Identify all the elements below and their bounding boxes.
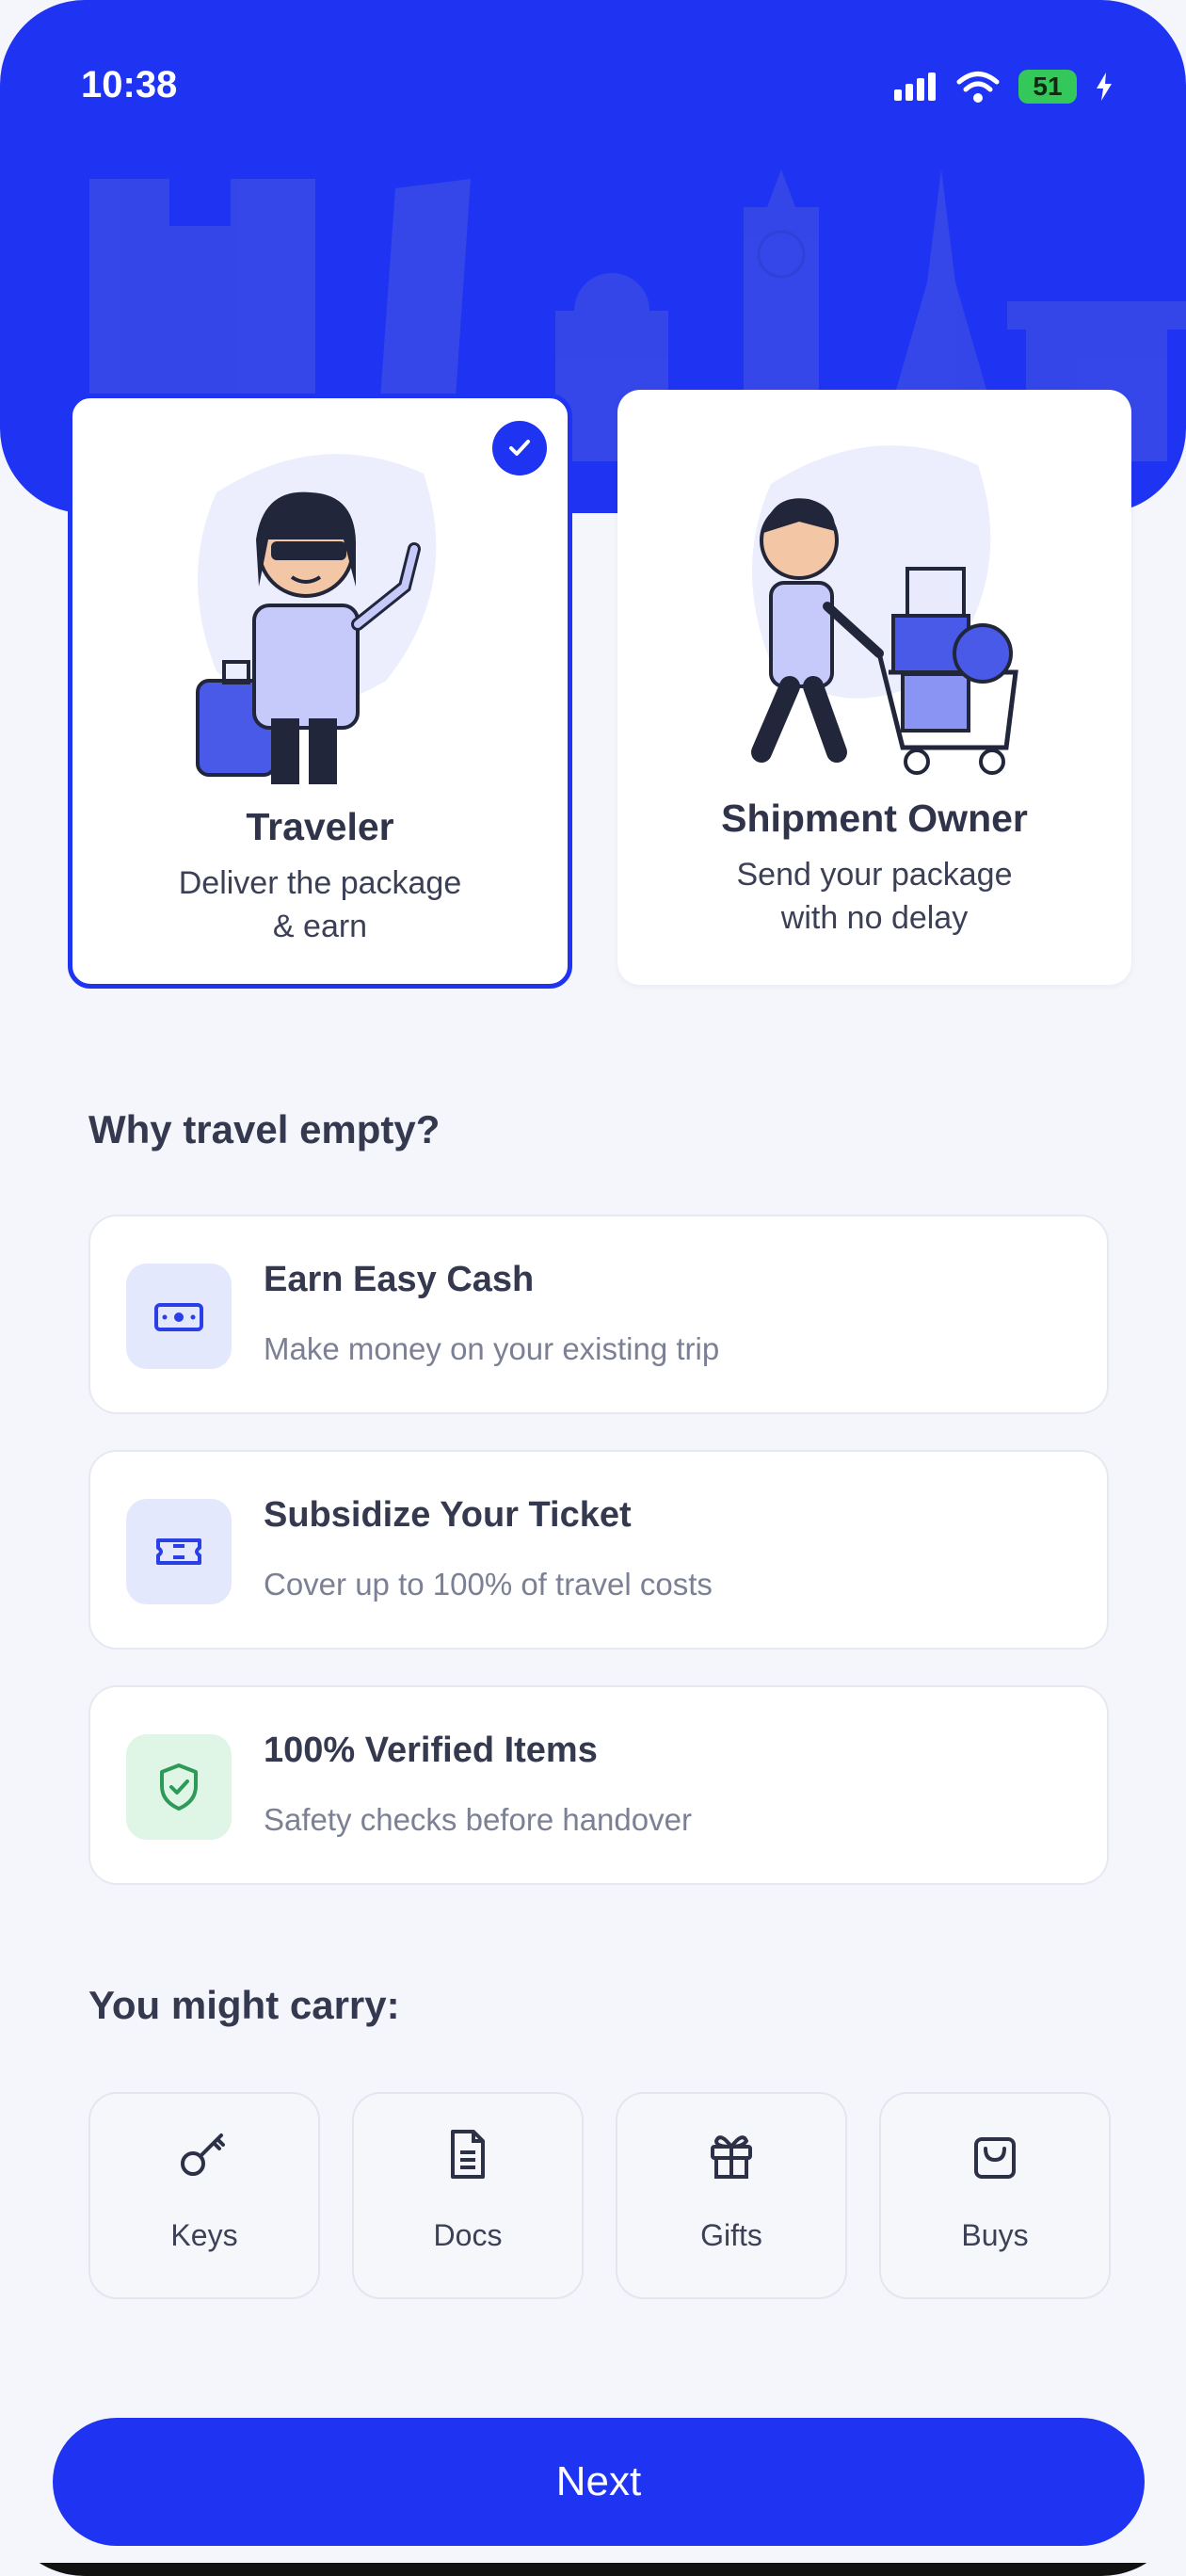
shipment-owner-illustration: [751, 445, 1018, 775]
home-indicator: [0, 2563, 1186, 2576]
carry-item-gifts[interactable]: Gifts: [616, 2092, 847, 2299]
benefit-subtitle: Safety checks before handover: [264, 1802, 692, 1837]
carry-item-docs[interactable]: Docs: [352, 2092, 584, 2299]
carry-label: Buys: [961, 2218, 1029, 2252]
shield-check-icon: [126, 1734, 232, 1840]
next-button[interactable]: Next: [53, 2418, 1145, 2546]
carry-section-title: You might carry:: [88, 1983, 400, 2027]
key-icon: [181, 2133, 225, 2176]
role-card-shipment-owner[interactable]: Shipment Owner Send your package with no…: [617, 390, 1131, 985]
status-icons: 51: [892, 66, 1113, 107]
benefit-card-earn-cash: Earn Easy Cash Make money on your existi…: [88, 1215, 1109, 1414]
traveler-illustration: [196, 454, 437, 784]
benefit-subtitle: Make money on your existing trip: [264, 1331, 720, 1366]
cash-icon: [126, 1264, 232, 1369]
carry-label: Docs: [433, 2218, 503, 2252]
app-screen: 10:38 51 Traveler Deliver the package & …: [0, 0, 1186, 2576]
role-title: Traveler: [246, 805, 394, 848]
benefit-subtitle: Cover up to 100% of travel costs: [264, 1567, 713, 1602]
charging-bolt-icon: [1097, 72, 1112, 101]
role-subtitle-line: with no delay: [780, 900, 969, 936]
role-subtitle-line: Send your package: [736, 857, 1013, 893]
role-title: Shipment Owner: [721, 797, 1028, 840]
document-icon: [451, 2130, 485, 2179]
carry-label: Keys: [170, 2218, 238, 2252]
shopping-bag-icon: [974, 2137, 1016, 2179]
why-section-title: Why travel empty?: [88, 1107, 441, 1151]
benefit-title: 100% Verified Items: [264, 1731, 598, 1770]
role-subtitle-line: Deliver the package: [178, 865, 462, 901]
role-subtitle-line: & earn: [272, 909, 368, 944]
battery-indicator: 51: [1018, 70, 1077, 104]
role-subtitle: Deliver the package & earn: [110, 861, 530, 948]
ticket-icon: [126, 1499, 232, 1604]
benefit-card-subsidize-ticket: Subsidize Your Ticket Cover up to 100% o…: [88, 1450, 1109, 1650]
wifi-icon: [956, 72, 1000, 103]
gift-icon: [711, 2135, 752, 2179]
carry-item-keys[interactable]: Keys: [88, 2092, 320, 2299]
benefit-title: Earn Easy Cash: [264, 1260, 535, 1299]
role-card-traveler[interactable]: Traveler Deliver the package & earn: [68, 394, 572, 989]
role-subtitle: Send your package with no delay: [655, 853, 1094, 940]
benefit-card-verified-items: 100% Verified Items Safety checks before…: [88, 1685, 1109, 1885]
carry-label: Gifts: [700, 2218, 762, 2252]
benefit-title: Subsidize Your Ticket: [264, 1495, 632, 1535]
carry-item-buys[interactable]: Buys: [879, 2092, 1111, 2299]
selected-check-icon: [492, 421, 547, 475]
signal-icon: [894, 72, 936, 101]
status-time: 10:38: [81, 64, 178, 105]
